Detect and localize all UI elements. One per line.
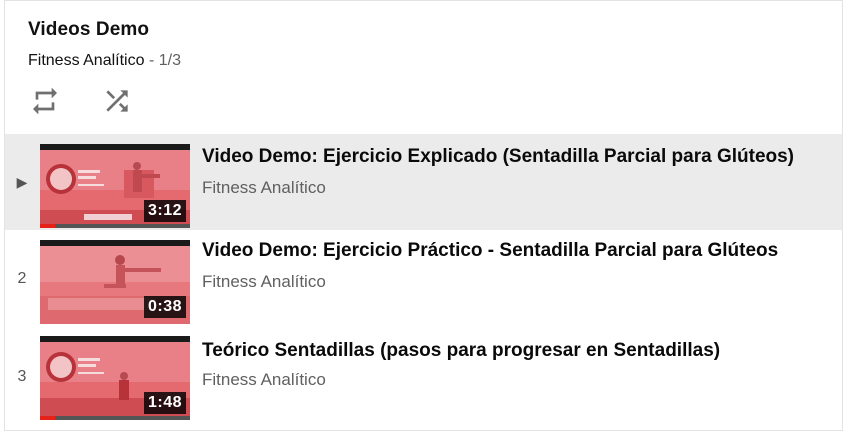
video-title[interactable]: Video Demo: Ejercicio Explicado (Sentadi… (202, 146, 794, 168)
playlist-panel: Videos Demo Fitness Analítico - 1/3 ▶ 3:… (4, 0, 843, 431)
playlist-item[interactable]: 2 0:38 Video Demo: Ejercicio Práctico - … (5, 230, 842, 326)
playlist-item[interactable]: 3 1:48 Teórico Sentadillas (pasos para p… (5, 326, 842, 422)
watch-progress-bar (40, 224, 55, 228)
video-title[interactable]: Teórico Sentadillas (pasos para progresa… (202, 340, 720, 362)
item-index: 3 (17, 368, 27, 385)
playlist-header: Videos Demo Fitness Analítico - 1/3 (5, 1, 842, 134)
playlist-subtitle: Fitness Analítico - 1/3 (28, 52, 181, 70)
playlist-title[interactable]: Videos Demo (28, 19, 149, 41)
video-channel[interactable]: Fitness Analítico (202, 272, 326, 292)
watch-progress-remaining (55, 224, 190, 228)
playlist-position: 1/3 (158, 52, 181, 69)
watch-progress-bar (40, 416, 55, 420)
video-duration: 3:12 (143, 200, 186, 222)
shuffle-icon (106, 90, 128, 112)
video-thumbnail[interactable]: 0:38 (40, 240, 190, 324)
video-channel[interactable]: Fitness Analítico (202, 178, 326, 198)
item-index: 2 (17, 270, 27, 287)
subtitle-separator: - (148, 52, 155, 69)
repeat-icon (33, 87, 57, 115)
watch-progress-remaining (55, 416, 190, 420)
video-thumbnail[interactable]: 1:48 (40, 336, 190, 420)
video-duration: 0:38 (143, 296, 186, 318)
video-channel[interactable]: Fitness Analítico (202, 370, 326, 390)
playlist-item[interactable]: ▶ 3:12 Video Demo: Ejercicio Explicado (… (5, 134, 842, 230)
video-duration: 1:48 (143, 392, 186, 414)
playlist-channel[interactable]: Fitness Analítico (28, 52, 145, 69)
loop-button[interactable] (29, 85, 61, 117)
video-thumbnail[interactable]: 3:12 (40, 144, 190, 228)
video-title[interactable]: Video Demo: Ejercicio Práctico - Sentadi… (202, 240, 778, 262)
shuffle-button[interactable] (101, 85, 133, 117)
now-playing-icon: ▶ (16, 174, 28, 190)
